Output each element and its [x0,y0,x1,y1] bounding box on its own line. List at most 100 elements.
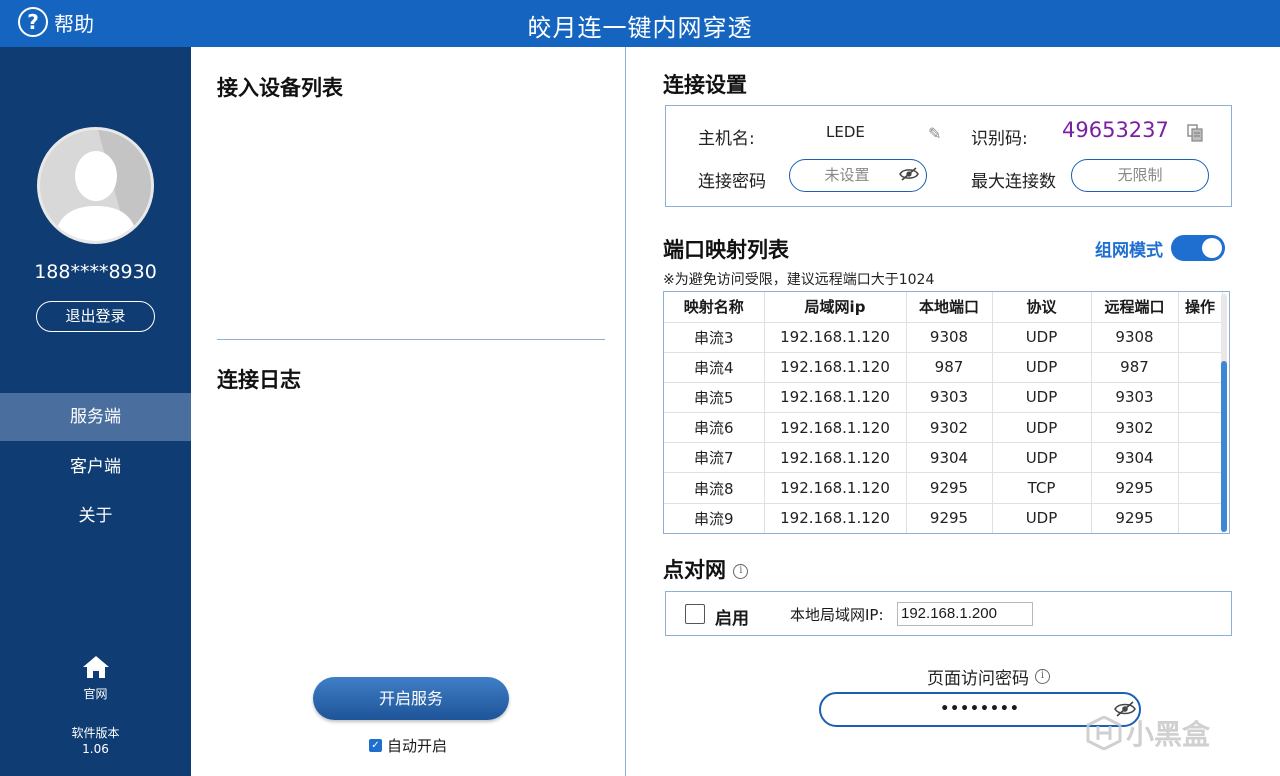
right-panel: 连接设置 主机名: LEDE ✎ 识别码: 49653237 连接密码 未设置 … [627,47,1280,776]
version-value: 1.06 [82,742,109,756]
port-mapping-table-box: 映射名称 局域网ip 本地端口 协议 远程端口 操作 串流3 192.168.1… [663,291,1230,534]
eye-hidden-icon[interactable] [899,167,919,181]
logout-button[interactable]: 退出登录 [36,301,155,332]
help-button[interactable]: ? 帮助 [18,7,94,37]
table-cell: 串流8 [664,472,765,504]
edit-pencil-icon[interactable]: ✎ [928,124,941,143]
lan-ip-label: 本地局域网IP: [790,606,884,624]
watermark: 小黑盒 [1086,713,1210,753]
page-password-value: •••••••• [940,701,1020,717]
nav-item-server[interactable]: 服务端 [0,393,191,441]
table-cell: UDP [992,382,1092,414]
id-code-value: 49653237 [1062,118,1169,142]
user-silhouette-icon [54,130,151,241]
table-row[interactable]: 串流4 192.168.1.120 987 UDP 987 [664,352,1223,383]
p2p-enable-label: 启用 [715,609,749,629]
table-cell: 192.168.1.120 [764,412,907,444]
table-cell: 串流3 [664,322,765,353]
table-cell: 192.168.1.120 [764,352,907,383]
autostart-checkbox[interactable]: ✓ [369,739,382,752]
table-cell: 串流6 [664,412,765,444]
network-mode-label: 组网模式 [1095,240,1163,261]
help-label: 帮助 [54,11,94,36]
p2p-title-text: 点对网 [663,558,726,582]
app-title: 皎月连一键内网穿透 [527,14,753,42]
official-site-link[interactable]: 官网 [0,655,191,702]
table-cell[interactable] [1178,322,1223,353]
table-row[interactable]: 串流6 192.168.1.120 9302 UDP 9302 [664,412,1223,444]
left-panel: 接入设备列表 连接日志 开启服务 ✓ 自动开启 [191,47,626,776]
p2p-enable-checkbox[interactable] [685,604,705,624]
column-header: 本地端口 [906,292,993,323]
avatar[interactable] [37,127,154,244]
network-mode-toggle-group: 组网模式 [1095,235,1225,261]
table-cell[interactable] [1178,503,1223,533]
devices-title: 接入设备列表 [217,76,343,100]
watermark-logo-icon [1086,716,1122,750]
table-cell: 192.168.1.120 [764,382,907,414]
table-cell: UDP [992,352,1092,383]
title-bar: ? 帮助 皎月连一键内网穿透 [0,0,1280,47]
table-cell[interactable] [1178,412,1223,444]
table-row[interactable]: 串流5 192.168.1.120 9303 UDP 9303 [664,382,1223,414]
username: 188****8930 [34,261,157,283]
max-connections-label: 最大连接数 [971,172,1056,192]
port-mapping-title: 端口映射列表 [663,238,789,262]
column-header: 映射名称 [664,292,765,323]
table-header-row: 映射名称 局域网ip 本地端口 协议 远程端口 操作 [664,292,1223,323]
hostname-label: 主机名: [698,129,755,149]
table-cell: 串流9 [664,503,765,533]
table-cell: 192.168.1.120 [764,322,907,353]
column-header: 局域网ip [764,292,907,323]
table-row[interactable]: 串流3 192.168.1.120 9308 UDP 9308 [664,322,1223,353]
software-version: 软件版本 1.06 [0,725,191,757]
table-cell: 串流5 [664,382,765,414]
table-row[interactable]: 串流9 192.168.1.120 9295 UDP 9295 [664,503,1223,533]
version-label: 软件版本 [71,726,120,740]
table-cell[interactable] [1178,382,1223,414]
autostart-option[interactable]: ✓ 自动开启 [369,735,447,756]
table-cell[interactable] [1178,352,1223,383]
table-cell: 987 [906,352,993,383]
table-cell: 9303 [1091,382,1179,414]
network-mode-toggle[interactable] [1171,235,1225,261]
table-cell: 9304 [1091,442,1179,474]
info-icon[interactable]: i [1035,669,1050,684]
column-header: 远程端口 [1091,292,1179,323]
table-cell: 9295 [906,472,993,504]
table-scrollbar[interactable] [1221,294,1227,532]
table-cell: 串流4 [664,352,765,383]
table-row[interactable]: 串流8 192.168.1.120 9295 TCP 9295 [664,472,1223,504]
table-cell[interactable] [1178,472,1223,504]
watermark-text: 小黑盒 [1126,718,1211,751]
max-connections-field[interactable]: 无限制 [1071,159,1209,192]
scrollbar-thumb[interactable] [1221,361,1227,532]
info-icon[interactable]: i [733,563,749,579]
official-site-label: 官网 [83,687,108,701]
autostart-label: 自动开启 [387,737,448,755]
log-title: 连接日志 [217,368,301,392]
table-cell: 9308 [1091,322,1179,353]
home-icon [82,656,109,678]
table-cell[interactable] [1178,442,1223,474]
p2p-title: 点对网 i [663,554,749,584]
nav-item-about[interactable]: 关于 [0,492,191,540]
nav-item-client[interactable]: 客户端 [0,443,191,491]
table-cell: 9302 [1091,412,1179,444]
table-cell: 9304 [906,442,993,474]
table-cell: 9302 [906,412,993,444]
port-mapping-table: 映射名称 局域网ip 本地端口 协议 远程端口 操作 串流3 192.168.1… [664,292,1223,533]
column-header: 操作 [1178,292,1223,323]
connection-settings-box: 主机名: LEDE ✎ 识别码: 49653237 连接密码 未设置 最大连接数… [665,105,1232,207]
sidebar: 188****8930 退出登录 服务端 客户端 关于 官网 软件版本 1.06 [0,47,191,776]
table-cell: 串流7 [664,442,765,474]
divider [217,339,605,340]
password-label: 连接密码 [698,172,766,192]
question-circle-icon: ? [18,7,48,37]
copy-icon[interactable] [1187,124,1203,142]
start-service-button[interactable]: 开启服务 [313,677,509,720]
table-row[interactable]: 串流7 192.168.1.120 9304 UDP 9304 [664,442,1223,474]
p2p-box: 启用 本地局域网IP: 192.168.1.200 [665,591,1232,636]
lan-ip-input[interactable]: 192.168.1.200 [897,602,1033,626]
table-cell: 9295 [906,503,993,533]
